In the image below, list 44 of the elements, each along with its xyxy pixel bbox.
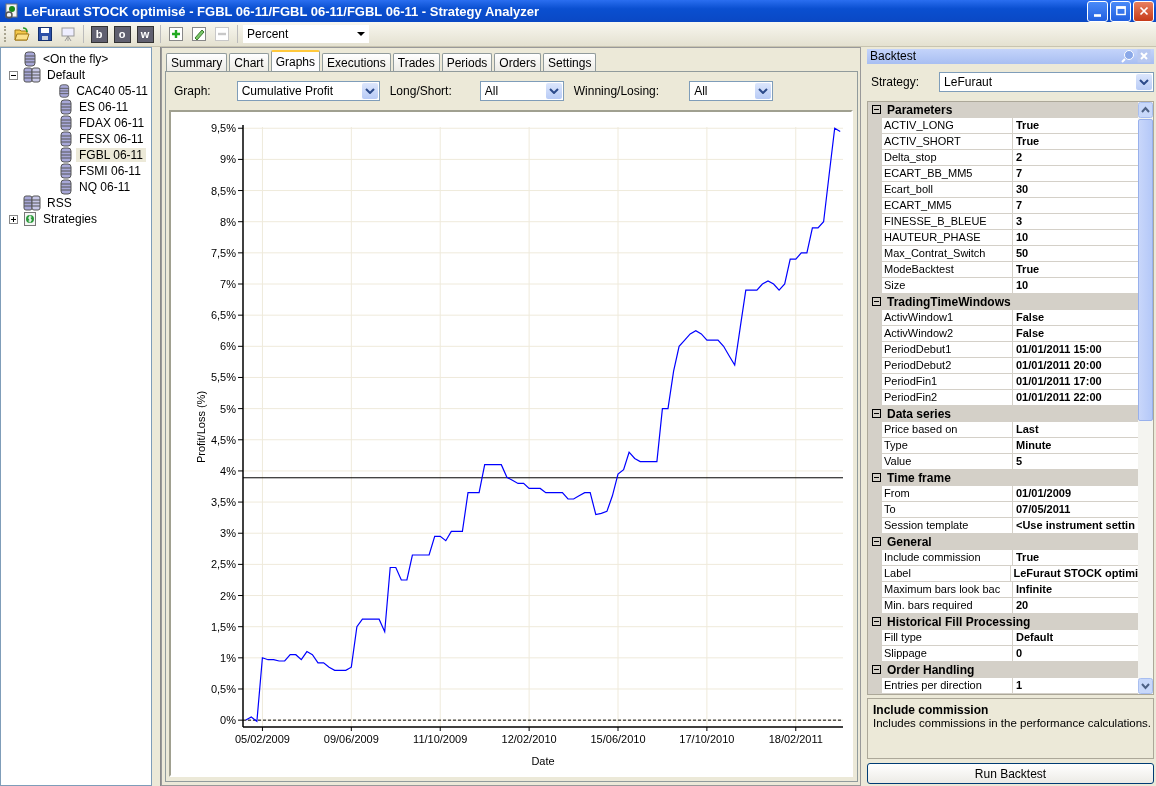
y-axis-title: Profit/Loss (%) bbox=[195, 390, 207, 464]
y-tick-label: 0,5% bbox=[210, 683, 236, 695]
category-title: Data series bbox=[887, 406, 952, 421]
category-title: TradingTimeWindows bbox=[887, 294, 1011, 309]
category-title: Parameters bbox=[887, 102, 953, 117]
x-axis-title: Date bbox=[531, 755, 555, 767]
y-tick-label: 5,5% bbox=[210, 371, 236, 384]
y-tick-label: 6% bbox=[220, 340, 236, 353]
y-tick-label: 1% bbox=[220, 651, 236, 664]
y-tick-label: 8,5% bbox=[210, 184, 236, 197]
y-tick-label: 1,5% bbox=[210, 620, 236, 633]
category-title: Order Handling bbox=[887, 662, 975, 677]
y-tick-label: 9,5% bbox=[210, 122, 236, 135]
description-text: Includes commissions in the performance calculations. bbox=[873, 716, 1148, 729]
x-tick-label: 11/10/2009 bbox=[413, 733, 468, 745]
y-tick-label: 2% bbox=[220, 589, 236, 602]
y-tick-label: 3% bbox=[220, 527, 236, 540]
y-tick-label: 4% bbox=[220, 464, 236, 477]
x-tick-label: 15/06/2010 bbox=[590, 733, 646, 745]
y-tick-label: 2,5% bbox=[210, 558, 236, 571]
window-title: LeFuraut STOCK optimisé - FGBL 06-11/FGBL 06-11/FGBL 06-11 - Strategy Analyzer bbox=[24, 3, 541, 19]
y-tick-label: 3,5% bbox=[210, 496, 236, 509]
y-tick-label: 0% bbox=[220, 714, 236, 727]
y-tick-label: 7% bbox=[220, 278, 236, 290]
x-tick-label: 12/02/2010 bbox=[501, 733, 557, 745]
filter-label: Graph: bbox=[174, 84, 211, 98]
x-tick-label: 17/10/2010 bbox=[679, 733, 735, 745]
y-tick-label: 4,5% bbox=[210, 433, 236, 446]
category-title: General bbox=[887, 534, 932, 549]
x-tick-label: 18/02/2011 bbox=[768, 733, 823, 745]
strategy-label: Strategy: bbox=[871, 75, 920, 90]
filter-label: Long/Short: bbox=[389, 84, 452, 98]
y-tick-label: 6,5% bbox=[210, 309, 236, 322]
description-title: Include commission bbox=[873, 702, 990, 717]
panel-title: Backtest bbox=[870, 49, 918, 64]
y-tick-label: 9% bbox=[220, 153, 236, 166]
y-tick-label: 5% bbox=[220, 402, 236, 415]
x-tick-label: 09/06/2009 bbox=[323, 733, 379, 745]
y-tick-label: 8% bbox=[220, 215, 236, 228]
x-tick-label: 05/02/2009 bbox=[234, 733, 290, 745]
y-tick-label: 7,5% bbox=[210, 246, 236, 259]
category-title: Historical Fill Processing bbox=[887, 614, 1031, 629]
filter-label: Winning/Losing: bbox=[573, 84, 660, 98]
category-title: Time frame bbox=[887, 470, 951, 485]
